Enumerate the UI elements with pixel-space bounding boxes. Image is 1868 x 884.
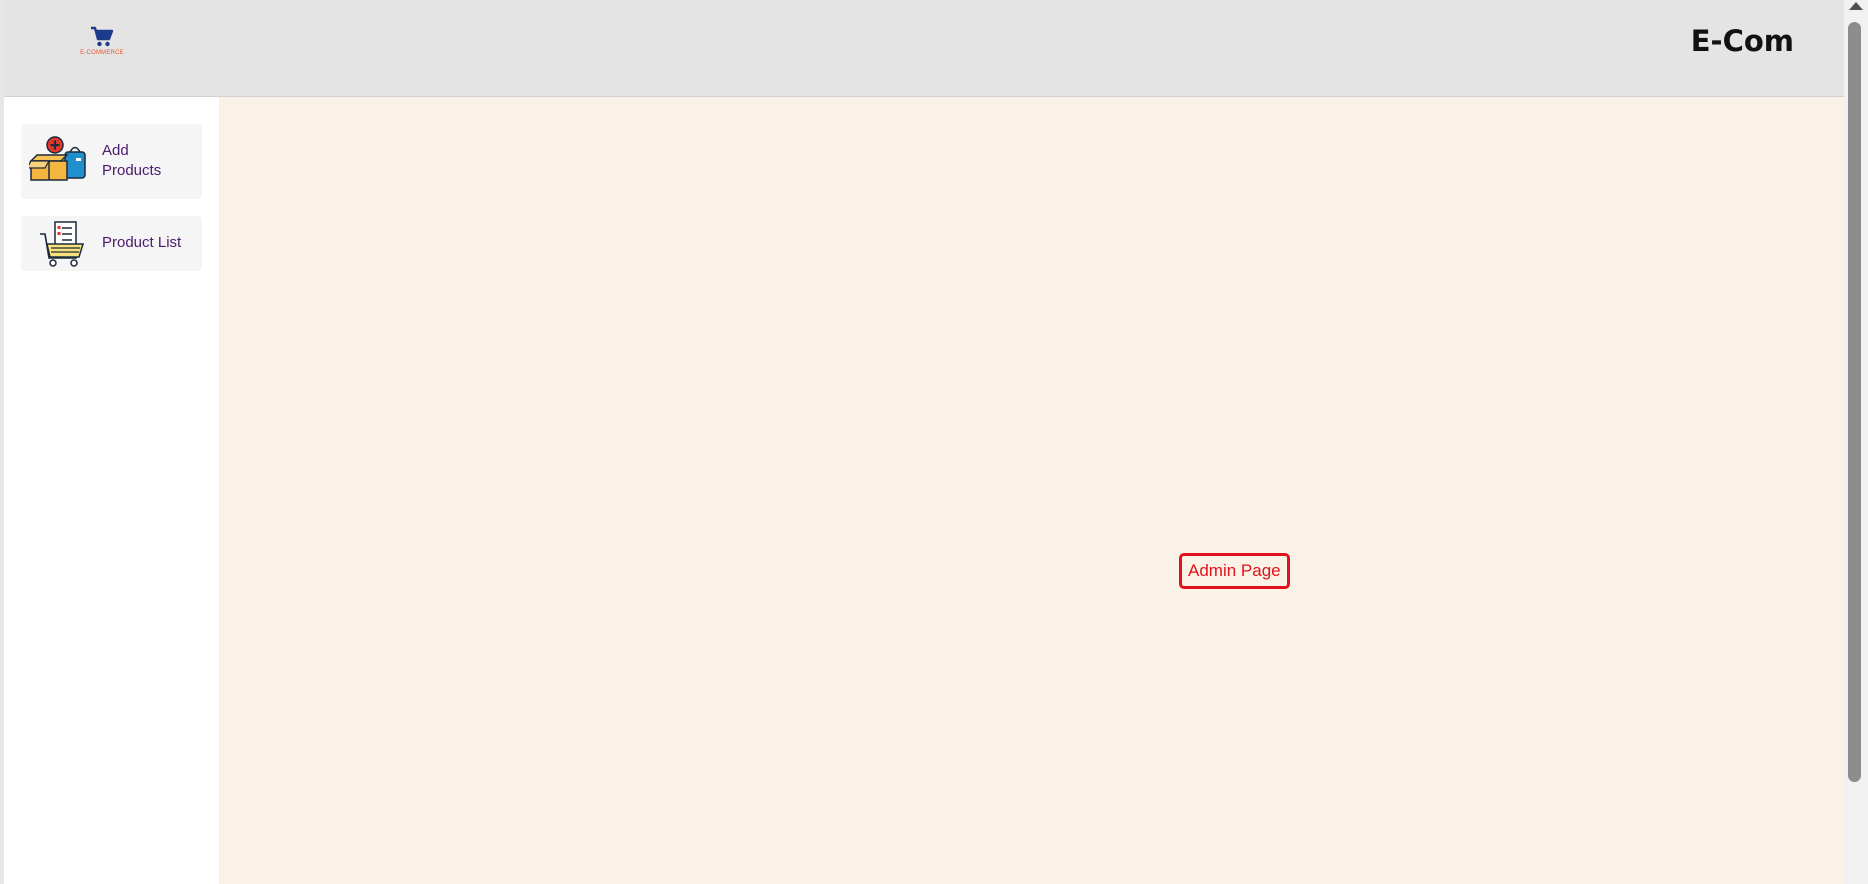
vertical-scrollbar[interactable] [1844,0,1868,884]
scroll-thumb[interactable] [1848,22,1861,782]
main-content: Admin Page [219,97,1844,884]
add-product-box-icon [25,136,87,189]
shopping-cart-icon [91,26,114,47]
brand-logo[interactable]: E-COMMERCE [72,26,132,62]
scroll-up-icon[interactable] [1849,2,1863,10]
sidebar-item-product-list[interactable]: Product List [21,216,202,271]
brand-title: E-Com [1690,24,1794,58]
cart-list-icon [39,220,87,273]
sidebar-item-add-products[interactable]: Add Products [21,124,202,199]
sidebar: Add Products Product List [4,97,219,884]
logo-text: E-COMMERCE [80,50,124,56]
sidebar-item-label: Product List [102,234,182,251]
sidebar-item-label: Add Products [102,142,162,179]
admin-page-badge: Admin Page [1179,553,1290,589]
admin-app: E-COMMERCE E-Com Add Products Product Li… [0,0,1868,884]
top-header: E-COMMERCE E-Com [4,0,1844,97]
